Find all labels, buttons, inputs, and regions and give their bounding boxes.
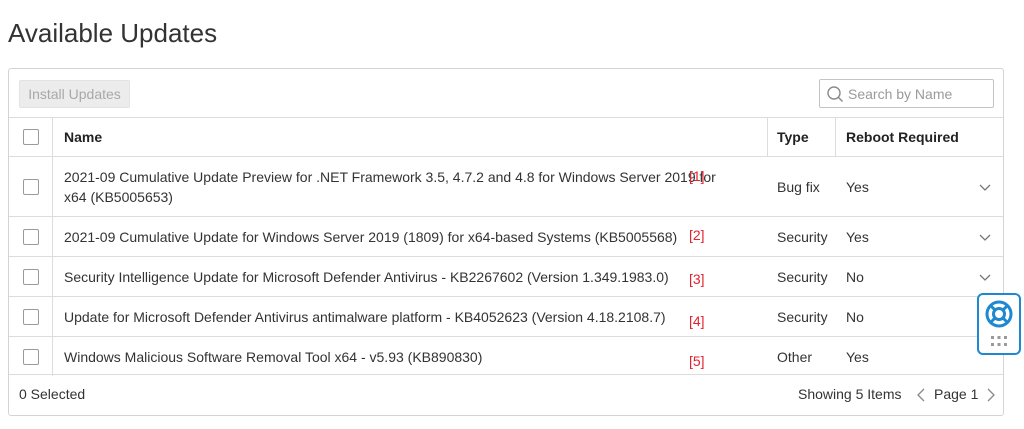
row-checkbox[interactable] — [22, 348, 39, 365]
row-check-cell — [9, 217, 53, 256]
update-name: 2021-09 Cumulative Update for Windows Se… — [64, 228, 678, 245]
items-count: Showing 5 Items — [798, 386, 902, 402]
row-expand-cell[interactable] — [966, 157, 1003, 216]
search-icon — [827, 86, 843, 102]
chevron-down-icon[interactable] — [978, 180, 992, 194]
update-name-cell: Security Intelligence Update for Microso… — [53, 257, 768, 296]
row-expand-cell[interactable] — [966, 217, 1003, 256]
update-name-cell: Update for Microsoft Defender Antivirus … — [53, 297, 768, 336]
row-check-cell — [9, 297, 53, 336]
select-all-checkbox[interactable] — [22, 129, 39, 145]
update-name-cell: 2021-09 Cumulative Update for Windows Se… — [53, 217, 768, 256]
chevron-right-icon[interactable] — [984, 387, 998, 403]
update-name: Update for Microsoft Defender Antivirus … — [64, 308, 666, 325]
chevron-down-icon[interactable] — [978, 230, 992, 244]
search-box[interactable] — [819, 79, 994, 108]
selected-count: 0 Selected — [19, 386, 86, 402]
update-ref-marker: [2] — [689, 227, 705, 243]
row-checkbox[interactable] — [22, 268, 39, 285]
update-type: Other — [777, 348, 813, 365]
row-check-cell — [9, 257, 53, 296]
row-checkbox[interactable] — [22, 308, 39, 325]
help-widget[interactable] — [977, 293, 1021, 355]
table-row[interactable]: 2021-09 Cumulative Update Preview for .N… — [9, 156, 1003, 216]
table-row[interactable]: Windows Malicious Software Removal Tool … — [9, 336, 1003, 376]
update-name: Windows Malicious Software Removal Tool … — [64, 348, 483, 365]
lifebuoy-icon[interactable] — [984, 299, 1014, 329]
search-input[interactable] — [848, 80, 990, 107]
page-title: Available Updates — [8, 18, 218, 48]
row-check-cell — [9, 337, 53, 376]
chevron-left-icon[interactable] — [914, 387, 928, 403]
toolbar: Install Updates — [9, 69, 1003, 117]
header-type[interactable]: Type — [768, 118, 836, 156]
select-all-cell — [9, 118, 53, 156]
update-reboot: Yes — [846, 228, 869, 245]
install-updates-button[interactable]: Install Updates — [19, 80, 130, 108]
page-indicator: Page 1 — [934, 386, 979, 402]
table-footer: 0 Selected Showing 5 Items Page 1 — [9, 374, 1003, 415]
header-name[interactable]: Name — [53, 118, 768, 156]
update-ref-marker: [3] — [689, 271, 705, 287]
row-expand-cell[interactable] — [966, 257, 1003, 296]
row-check-cell — [9, 157, 53, 216]
row-checkbox[interactable] — [22, 228, 39, 245]
update-type: Security — [777, 308, 828, 325]
table-header-row: Name Type Reboot Required — [9, 117, 1003, 156]
update-type: Bug fix — [777, 178, 820, 195]
table-row[interactable]: 2021-09 Cumulative Update for Windows Se… — [9, 216, 1003, 256]
row-checkbox[interactable] — [22, 178, 39, 195]
update-name: Security Intelligence Update for Microso… — [64, 268, 669, 285]
update-reboot: No — [846, 308, 864, 325]
update-ref-marker: [4] — [689, 313, 705, 329]
chevron-down-icon[interactable] — [978, 270, 992, 284]
drag-handle-icon[interactable] — [989, 335, 1009, 349]
update-name-cell: Windows Malicious Software Removal Tool … — [53, 337, 768, 376]
update-ref-marker: [5] — [689, 353, 705, 369]
updates-table: Name Type Reboot Required 2021-09 Cumula… — [9, 117, 1003, 376]
updates-panel: Install Updates Name Type Reboot Require… — [8, 68, 1004, 416]
table-row[interactable]: Security Intelligence Update for Microso… — [9, 256, 1003, 296]
header-reboot-required[interactable]: Reboot Required — [836, 118, 966, 156]
update-name-cell: 2021-09 Cumulative Update Preview for .N… — [53, 157, 723, 216]
update-name: 2021-09 Cumulative Update Preview for .N… — [64, 168, 716, 205]
update-type: Security — [777, 228, 828, 245]
update-reboot: Yes — [846, 178, 869, 195]
update-type: Security — [777, 268, 828, 285]
table-row[interactable]: Update for Microsoft Defender Antivirus … — [9, 296, 1003, 336]
update-reboot: No — [846, 268, 864, 285]
update-reboot: Yes — [846, 348, 869, 365]
update-ref-marker: [1] — [689, 168, 705, 184]
